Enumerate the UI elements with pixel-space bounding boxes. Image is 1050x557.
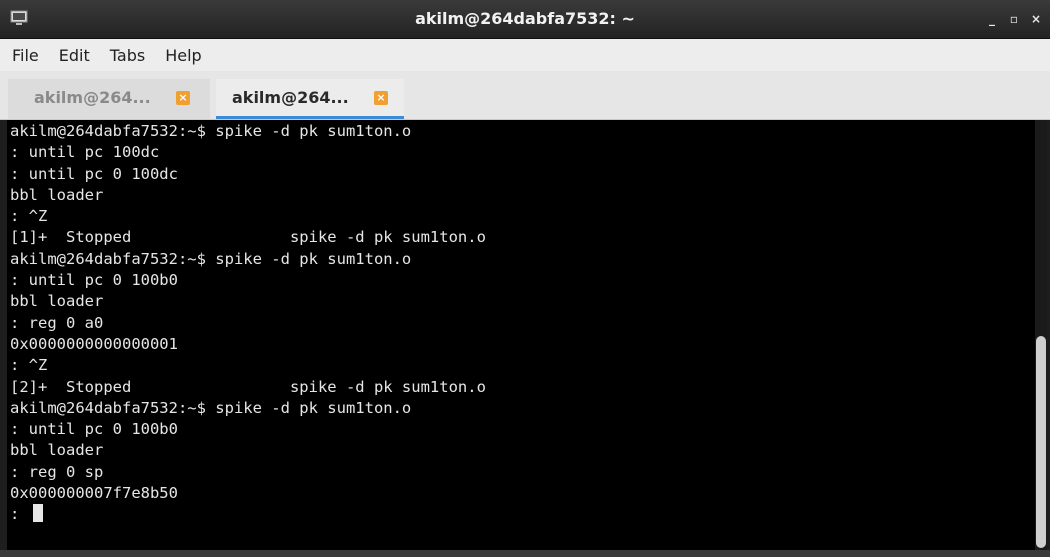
menu-edit[interactable]: Edit <box>51 46 98 65</box>
tab-bar: akilm@264... × akilm@264... × <box>0 71 1050 120</box>
terminal-line: : reg 0 sp <box>10 462 104 481</box>
vertical-scrollbar[interactable] <box>1035 120 1047 550</box>
terminal-line: : until pc 0 100b0 <box>10 420 178 439</box>
scrollbar-thumb[interactable] <box>1036 336 1046 548</box>
tab-2[interactable]: akilm@264... × <box>216 79 404 119</box>
terminal-line: [2]+ Stopped spike -d pk sum1ton.o <box>10 377 486 396</box>
menu-bar: File Edit Tabs Help <box>0 39 1050 71</box>
menu-tabs[interactable]: Tabs <box>102 46 153 65</box>
title-bar[interactable]: akilm@264dabfa7532: ~ _ ▫ × <box>0 0 1050 39</box>
terminal-line: : reg 0 a0 <box>10 313 104 332</box>
terminal-line: : until pc 0 100b0 <box>10 271 178 290</box>
terminal-line: bbl loader <box>10 185 104 204</box>
maximize-button[interactable]: ▫ <box>1008 12 1020 26</box>
window-title: akilm@264dabfa7532: ~ <box>415 9 635 28</box>
tab-1[interactable]: akilm@264... × <box>8 79 210 119</box>
terminal-output[interactable]: akilm@264dabfa7532:~$ spike -d pk sum1to… <box>7 120 1035 550</box>
terminal-line: 0x000000007f7e8b50 <box>10 484 178 503</box>
prompt-line[interactable]: : <box>10 504 486 525</box>
prompt-text: : <box>10 505 29 524</box>
close-icon[interactable]: × <box>176 91 190 105</box>
terminal-line: akilm@264dabfa7532:~$ spike -d pk sum1to… <box>10 398 412 417</box>
minimize-button[interactable]: _ <box>986 12 998 26</box>
close-icon[interactable]: × <box>374 91 388 105</box>
terminal-line: akilm@264dabfa7532:~$ spike -d pk sum1to… <box>10 249 412 268</box>
terminal-window: akilm@264dabfa7532: ~ _ ▫ × File Edit Ta… <box>0 0 1050 557</box>
text-cursor <box>32 504 43 523</box>
terminal-line: 0x0000000000000001 <box>10 334 178 353</box>
tab-label: akilm@264... <box>232 88 349 107</box>
terminal-line: akilm@264dabfa7532:~$ spike -d pk sum1to… <box>10 122 412 140</box>
close-button[interactable]: × <box>1030 12 1042 26</box>
menu-help[interactable]: Help <box>157 46 209 65</box>
terminal-line: : ^Z <box>10 356 48 375</box>
window-controls: _ ▫ × <box>986 0 1042 38</box>
terminal-line: : until pc 0 100dc <box>10 164 178 183</box>
terminal-line: : until pc 100dc <box>10 143 160 162</box>
terminal-line: : ^Z <box>10 207 48 226</box>
tab-label: akilm@264... <box>34 88 151 107</box>
menu-file[interactable]: File <box>4 46 47 65</box>
terminal-line: bbl loader <box>10 441 104 460</box>
window-bottom-border <box>0 550 1050 557</box>
terminal-lines: akilm@264dabfa7532:~$ spike -d pk sum1to… <box>10 121 486 526</box>
terminal-line: bbl loader <box>10 292 104 311</box>
terminal-line: [1]+ Stopped spike -d pk sum1ton.o <box>10 228 486 247</box>
